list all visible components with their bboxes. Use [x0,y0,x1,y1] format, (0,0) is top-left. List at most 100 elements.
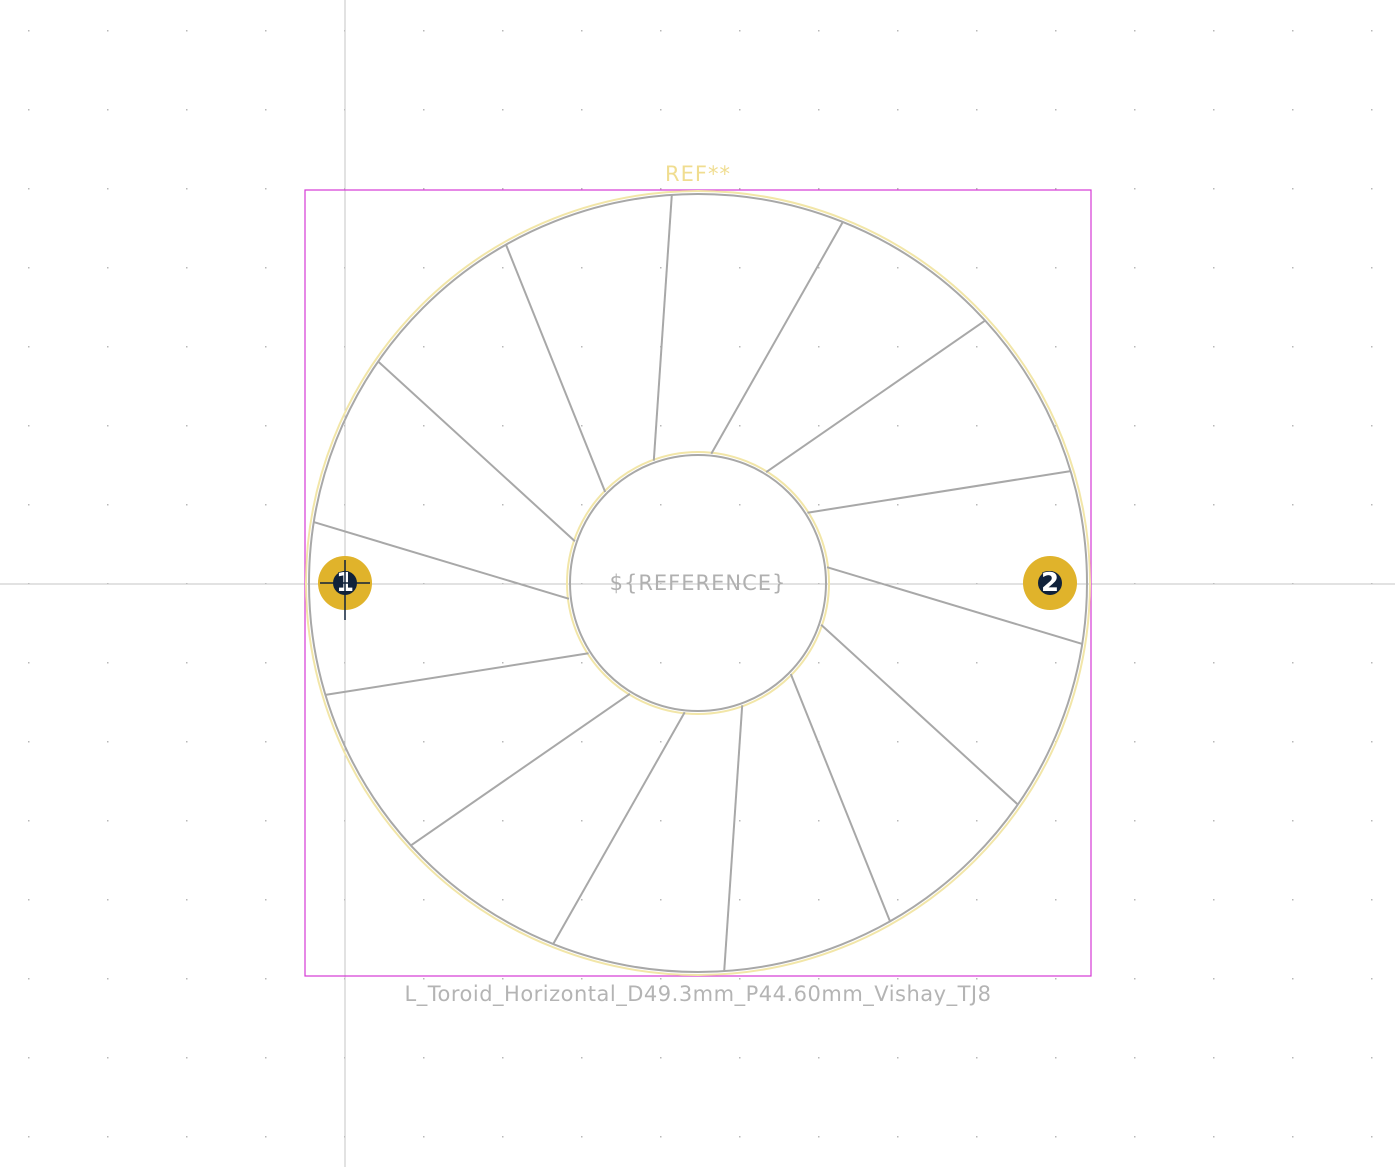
grid-dot [1134,899,1136,901]
grid-dot [186,899,188,901]
grid-dot [1213,504,1215,506]
grid-dot [581,820,583,822]
grid-dot [265,30,267,32]
grid-dot [28,1136,30,1138]
grid-dot [1292,899,1294,901]
grid-dot [1134,741,1136,743]
grid-dot [660,109,662,111]
grid-dot [265,425,267,427]
grid-dot [581,741,583,743]
grid-dot [818,662,820,664]
grid-dot [1213,1136,1215,1138]
grid-dot [1292,30,1294,32]
grid-dot [1213,978,1215,980]
grid-dot [739,30,741,32]
grid-dot [976,662,978,664]
pad-2[interactable]: 2 [1023,556,1077,610]
grid-dot [1213,30,1215,32]
grid-dot [897,662,899,664]
user-reference-text[interactable]: ${REFERENCE} [610,571,787,595]
grid-dot [28,978,30,980]
grid-dot [423,188,425,190]
grid-dot [818,30,820,32]
grid-dot [818,899,820,901]
grid-dot [502,899,504,901]
grid-dot [28,30,30,32]
grid-dot [660,820,662,822]
grid-dot [107,1136,109,1138]
grid-dot [1213,820,1215,822]
grid-dot [1292,504,1294,506]
grid-dot [1134,425,1136,427]
winding-line [807,470,1071,514]
grid-dot [265,741,267,743]
grid-dot [897,899,899,901]
footprint-value[interactable]: L_Toroid_Horizontal_D49.3mm_P44.60mm_Vis… [405,982,992,1007]
winding-line [789,673,891,922]
grid-dot [1055,978,1057,980]
grid-dot [581,504,583,506]
grid-dot [265,504,267,506]
grid-dot [660,188,662,190]
grid-dot [1134,30,1136,32]
grid-dot [423,267,425,269]
grid-dot [581,109,583,111]
grid-dot [1292,1057,1294,1059]
grid-dot [897,504,899,506]
grid-dot [1371,978,1373,980]
grid-dot [976,978,978,980]
grid-dot [581,662,583,664]
grid-dot [107,267,109,269]
winding-line [410,692,631,847]
grid-dot [502,820,504,822]
grid-dot [739,978,741,980]
grid-dot [107,820,109,822]
grid-dot [1371,425,1373,427]
grid-dot [581,30,583,32]
grid-dot [976,820,978,822]
grid-dot [1134,109,1136,111]
grid-dot [660,30,662,32]
grid-dot [897,109,899,111]
grid-dot [502,109,504,111]
grid-dot [186,425,188,427]
grid-dot [502,267,504,269]
grid-dot [976,1136,978,1138]
grid-dot [423,346,425,348]
grid-dot [502,425,504,427]
reference-designator[interactable]: REF** [665,162,731,186]
grid-dot [423,741,425,743]
grid-dot [1213,267,1215,269]
winding-line [820,623,1019,806]
grid-dot [818,425,820,427]
grid-dot [581,188,583,190]
grid-dot [818,820,820,822]
grid-dot [897,978,899,980]
grid-dot [423,30,425,32]
grid-dot [1055,109,1057,111]
grid-dot [1292,109,1294,111]
grid-dot [107,109,109,111]
grid-dot [502,188,504,190]
grid-dot [1134,346,1136,348]
grid-dot [1134,504,1136,506]
grid-dot [1213,188,1215,190]
grid-dot [265,662,267,664]
grid-dot [1134,820,1136,822]
grid-dot [897,188,899,190]
grid-dot [502,30,504,32]
winding-line [505,244,607,493]
grid-dot [186,188,188,190]
grid-dot [1371,899,1373,901]
grid-dot [897,820,899,822]
grid-dot [502,1136,504,1138]
winding-line [377,360,576,543]
grid-dot [581,425,583,427]
grid-dot [739,425,741,427]
footprint-canvas[interactable]: 1 2 REF** ${REFERENCE} L_Toroid_Horizont… [0,0,1395,1167]
grid-dot [186,978,188,980]
grid-dot [265,978,267,980]
grid-dot [818,504,820,506]
grid-dot [1292,741,1294,743]
grid-dot [1213,109,1215,111]
